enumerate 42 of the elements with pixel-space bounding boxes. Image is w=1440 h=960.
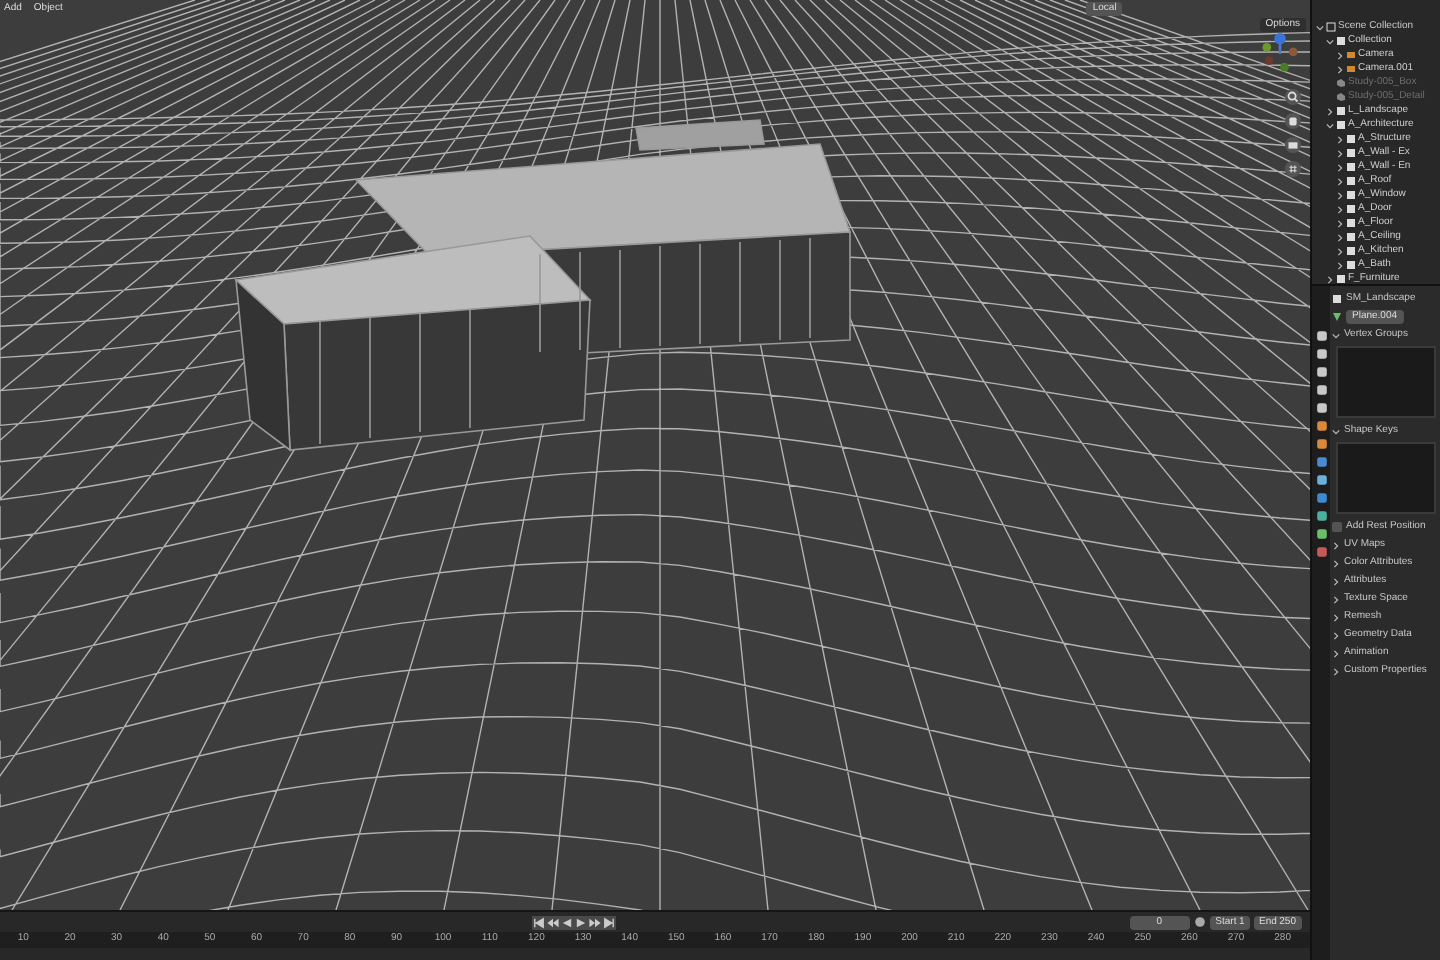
- disclosure-caret-icon[interactable]: [1326, 107, 1334, 115]
- disclosure-caret-icon[interactable]: [1332, 613, 1340, 621]
- disclosure-caret-icon[interactable]: [1332, 427, 1340, 435]
- disclosure-caret-icon[interactable]: [1332, 649, 1340, 657]
- grid-icon[interactable]: [1284, 160, 1302, 178]
- disclosure-caret-icon[interactable]: [1332, 559, 1340, 567]
- disclosure-caret-icon[interactable]: [1326, 121, 1334, 129]
- previous-keyframe-icon[interactable]: [546, 915, 560, 929]
- next-keyframe-icon[interactable]: [588, 915, 602, 929]
- jump-end-icon[interactable]: [602, 915, 616, 929]
- disclosure-caret-icon[interactable]: [1336, 177, 1344, 185]
- disclosure-caret-icon[interactable]: [1336, 261, 1344, 269]
- scene-icon: [1326, 22, 1336, 32]
- mesh-icon: [1332, 312, 1342, 322]
- disclosure-caret-icon[interactable]: [1332, 577, 1340, 585]
- disclosure-caret-icon[interactable]: [1336, 65, 1344, 73]
- play-reverse-icon[interactable]: [560, 915, 574, 929]
- jump-start-icon[interactable]: [532, 915, 546, 929]
- zoom-icon[interactable]: [1284, 88, 1302, 106]
- disclosure-caret-icon[interactable]: [1336, 219, 1344, 227]
- disclosure-caret-icon[interactable]: [1336, 247, 1344, 255]
- object-icon: [1332, 294, 1342, 304]
- disclosure-caret-icon[interactable]: [1332, 331, 1340, 339]
- disclosure-caret-icon[interactable]: [1332, 541, 1340, 549]
- disclosure-caret-icon[interactable]: [1332, 667, 1340, 675]
- checkbox[interactable]: [1332, 522, 1342, 532]
- disclosure-caret-icon[interactable]: [1332, 595, 1340, 603]
- disclosure-caret-icon[interactable]: [1336, 233, 1344, 241]
- disclosure-caret-icon[interactable]: [1336, 51, 1344, 59]
- navigation-gizmo-icon[interactable]: [1258, 32, 1302, 76]
- disclosure-caret-icon[interactable]: [1336, 205, 1344, 213]
- stopwatch-icon[interactable]: [1193, 916, 1206, 928]
- play-icon[interactable]: [574, 915, 588, 929]
- collection-icon: [1336, 36, 1346, 46]
- disclosure-caret-icon[interactable]: [1332, 631, 1340, 639]
- disclosure-caret-icon[interactable]: [1336, 163, 1344, 171]
- disclosure-caret-icon[interactable]: [1336, 135, 1344, 143]
- disclosure-caret-icon[interactable]: [1316, 23, 1324, 31]
- disclosure-caret-icon[interactable]: [1336, 149, 1344, 157]
- disclosure-caret-icon[interactable]: [1336, 191, 1344, 199]
- disclosure-caret-icon[interactable]: [1326, 275, 1334, 283]
- disclosure-caret-icon[interactable]: [1326, 37, 1334, 45]
